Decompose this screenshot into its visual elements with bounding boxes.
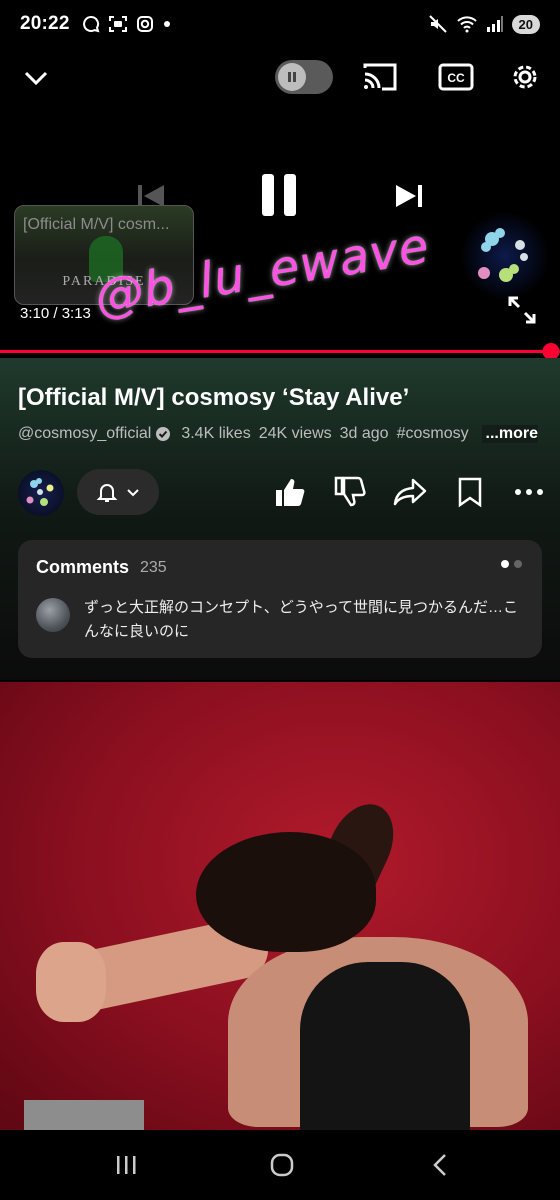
mute-icon [428,15,447,33]
thumbs-down-icon [334,476,366,507]
more-horizontal-icon [515,489,543,495]
more-link[interactable]: ...more [481,425,538,443]
upload-age: 3d ago [339,425,389,442]
cast-icon[interactable] [362,62,398,92]
progress-fill [0,350,552,353]
top-comment-text: ずっと大正解のコンセプト、どうやって世間に見つかるんだ…こんなに良いのに [84,599,518,640]
dislike-button[interactable] [332,474,368,510]
views-count: 24K views [258,425,332,442]
fullscreen-icon[interactable] [506,294,538,326]
signal-icon [486,16,503,32]
pause-small-icon [288,72,296,82]
preview-title: [Official M/V] cosm... [23,216,170,233]
thumbs-up-icon [276,479,305,506]
end-screen-channel-art[interactable] [462,213,548,299]
flower-art-icon [478,228,528,282]
comments-pager-dots [501,560,522,568]
pager-dot-active [501,560,509,568]
starting-block [24,1100,144,1130]
status-bar: 20:22 20 [0,0,560,48]
wifi-icon [456,16,477,33]
autoplay-toggle-knob [278,63,306,91]
instagram-icon [136,16,153,32]
subscribe-bell-button[interactable] [77,469,159,515]
video-player[interactable]: CC [Official M/V] cosm... PARADISE 3:10 … [0,48,560,360]
pause-icon[interactable] [258,172,300,218]
battery-indicator: 20 [511,14,540,34]
more-actions-button[interactable] [511,474,547,510]
comments-card[interactable]: Comments 235 ずっと大正解のコンセプト、どうやって世間に見つかるんだ… [18,540,542,658]
video-title[interactable]: [Official M/V] cosmosy ‘Stay Alive’ [18,384,409,412]
figure-top [300,962,470,1130]
verified-icon [156,427,171,441]
system-nav-bar [0,1130,560,1200]
figure-hand [36,942,106,1022]
settings-icon[interactable] [508,60,542,94]
dot-icon [163,21,170,27]
screen-capture-icon [108,16,127,32]
channel-handle[interactable]: @cosmosy_official [18,425,151,443]
player-time: 3:10 / 3:13 [20,305,91,322]
autoplay-toggle[interactable] [275,60,333,94]
home-icon [270,1153,294,1177]
status-left-icons [82,15,172,33]
status-right-icons: 20 [428,14,540,34]
chevron-down-small-icon [127,489,139,497]
share-icon [393,478,427,506]
flower-avatar-icon [26,478,54,506]
chat-bubble-icon [82,15,100,33]
like-button[interactable] [272,474,308,510]
next-icon[interactable] [394,182,424,210]
figure-hair [196,832,376,952]
save-button[interactable] [452,474,488,510]
recent-apps-icon [117,1156,136,1174]
action-row [0,468,560,518]
next-video-thumbnail[interactable] [0,682,560,1130]
captions-icon[interactable]: CC [438,62,474,92]
pager-dot [514,560,522,568]
commenter-avatar [36,598,70,632]
likes-count: 3.4K likes [181,425,251,442]
channel-avatar[interactable] [18,470,64,516]
bookmark-icon [458,477,482,508]
recent-apps-button[interactable] [106,1150,146,1180]
share-button[interactable] [392,474,428,510]
chevron-down-icon[interactable] [22,66,50,90]
comments-count: 235 [140,559,167,576]
back-icon [433,1154,446,1176]
hashtag[interactable]: #cosmosy [397,425,469,443]
video-info: [Official M/V] cosmosy ‘Stay Alive’ @cos… [0,358,560,680]
home-button[interactable] [262,1150,302,1180]
status-time: 20:22 [20,13,70,34]
back-button[interactable] [420,1150,460,1180]
progress-bar[interactable] [0,343,560,360]
comments-label: Comments [36,557,130,577]
bell-icon [96,484,118,502]
video-meta[interactable]: @cosmosy_official 3.4K likes 24K views 3… [18,425,540,443]
svg-text:CC: CC [447,71,465,85]
